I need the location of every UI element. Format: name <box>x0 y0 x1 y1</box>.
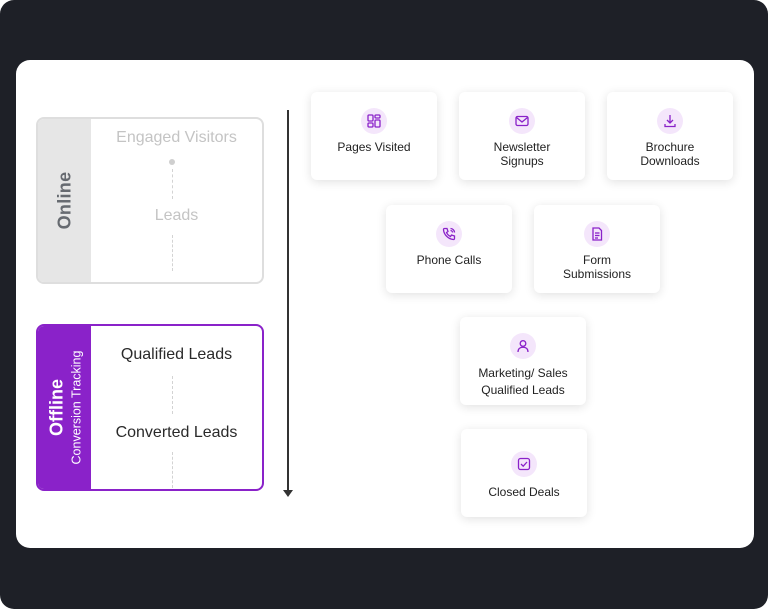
offline-sublabel: Conversion Tracking <box>69 350 84 465</box>
dashed-connector <box>172 235 173 271</box>
metric-pages-visited: Pages Visited <box>311 92 437 180</box>
step-qualified-leads: Qualified Leads <box>120 346 233 363</box>
dashed-connector <box>172 169 173 199</box>
online-panel: Online Engaged Visitors Leads <box>36 117 264 284</box>
dark-frame: Online Engaged Visitors Leads Offline Co… <box>0 0 768 609</box>
offline-side-bar: Offline Conversion Tracking <box>38 326 91 489</box>
dashed-connector <box>172 376 173 414</box>
step-converted-leads: Converted Leads <box>115 424 238 441</box>
user-icon <box>510 333 536 359</box>
metric-label: Form Submissions <box>562 253 632 281</box>
phone-icon <box>436 221 462 247</box>
step-engaged-visitors: Engaged Visitors <box>116 129 237 146</box>
dashed-connector <box>172 452 173 488</box>
step-leads: Leads <box>154 207 199 224</box>
metric-closed-deals: Closed Deals <box>461 429 587 517</box>
offline-panel: Offline Conversion Tracking Qualified Le… <box>36 324 264 491</box>
layout-icon <box>361 108 387 134</box>
metric-label: Closed Deals <box>488 485 560 499</box>
offline-vertical-label: Offline Conversion Tracking <box>46 351 83 465</box>
online-side-bar: Online <box>38 119 91 282</box>
content-card: Online Engaged Visitors Leads Offline Co… <box>16 60 754 548</box>
download-icon <box>657 108 683 134</box>
metric-form-submissions: Form Submissions <box>534 205 660 293</box>
timeline-axis <box>287 110 289 490</box>
metric-label: Marketing/ Sales Qualified Leads <box>478 366 568 397</box>
mail-icon <box>509 108 535 134</box>
timeline-arrowhead <box>283 490 293 497</box>
offline-label: Offline <box>46 379 67 437</box>
check-square-icon <box>511 451 537 477</box>
online-label: Online <box>54 171 74 230</box>
metric-label: Pages Visited <box>337 140 411 154</box>
metric-label: Brochure Downloads <box>640 140 700 168</box>
metric-label: Newsletter Signups <box>493 140 551 168</box>
metric-label: Phone Calls <box>416 253 482 267</box>
metric-brochure-downloads: Brochure Downloads <box>607 92 733 180</box>
metric-marketing-sales-qualified-leads: Marketing/ Sales Qualified Leads <box>460 317 586 405</box>
metric-phone-calls: Phone Calls <box>386 205 512 293</box>
form-icon <box>584 221 610 247</box>
step-dot <box>169 159 175 165</box>
metric-newsletter-signups: Newsletter Signups <box>459 92 585 180</box>
